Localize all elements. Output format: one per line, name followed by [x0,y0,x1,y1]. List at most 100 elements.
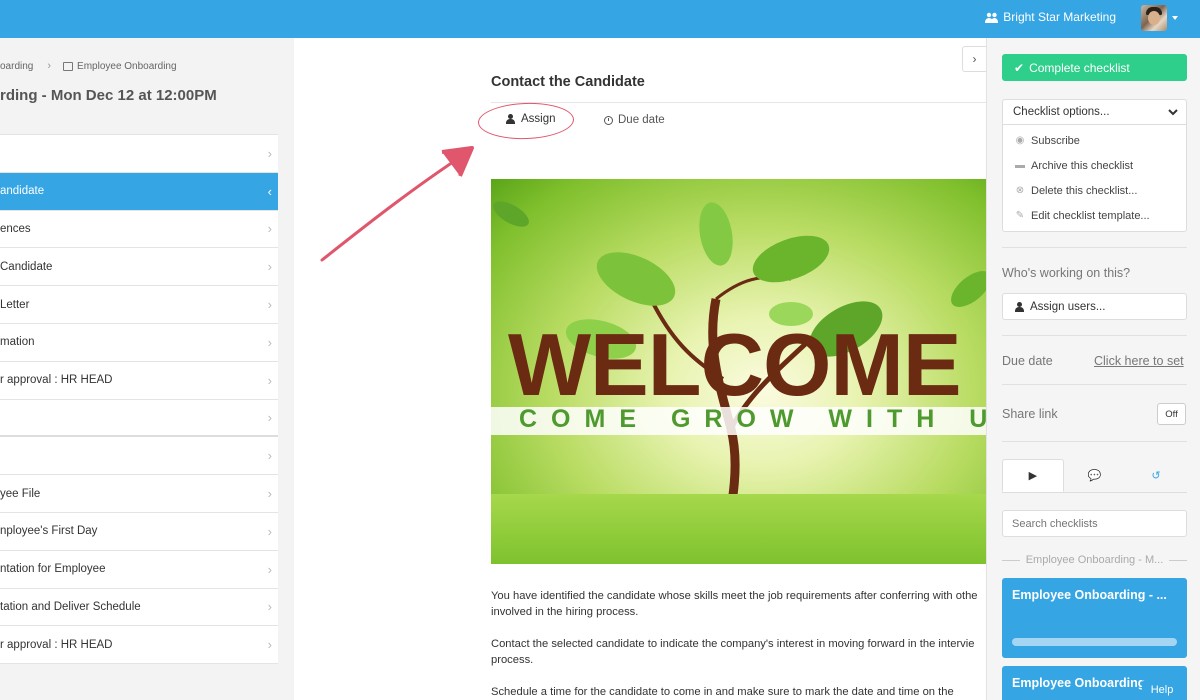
delete-icon: ⊗ [1015,185,1025,196]
card-title: Employee Onboarding [1012,676,1146,690]
org-switcher[interactable]: Bright Star Marketing [985,10,1116,24]
task-title[interactable]: Contact the Candidate [491,74,645,90]
task-item[interactable]: ntation for Employee › [0,551,278,589]
archive-option[interactable]: ▬ Archive this checklist [1003,153,1186,178]
task-label: mation [0,336,35,349]
checklist-options-toggle[interactable]: Checklist options... [1003,100,1186,125]
task-item[interactable]: nployee's First Day › [0,513,278,551]
complete-checklist-button[interactable]: ✔ Complete checklist [1002,54,1187,81]
chevron-right-icon: › [267,259,272,275]
chevron-down-icon [1168,108,1178,115]
clock-icon [604,115,613,125]
chevron-right-icon: › [267,599,272,615]
assign-users-button[interactable]: Assign users... [1002,293,1187,320]
chevron-right-icon: › [267,637,272,653]
group-label-text: Employee Onboarding - M... [1025,554,1164,566]
task-label: ntation for Employee [0,563,106,576]
set-due-date-link[interactable]: Click here to set [1094,354,1184,368]
delete-option[interactable]: ⊗ Delete this checklist... [1003,178,1186,203]
task-item[interactable]: Letter › [0,286,278,324]
option-label: Archive this checklist [1031,159,1134,172]
due-date-button[interactable]: Due date [604,114,665,126]
due-date-label: Due date [618,114,665,126]
tab-history[interactable]: ↺ [1125,459,1187,492]
chevron-right-icon: › [972,52,977,66]
assign-users-label: Assign users... [1030,300,1106,313]
task-label: yee File [0,487,41,500]
task-item[interactable]: tation and Deliver Schedule › [0,589,278,627]
check-icon: ✔ [1014,60,1025,75]
eye-icon: ◉ [1015,135,1025,146]
task-item[interactable]: › [0,437,278,476]
chevron-down-icon[interactable] [1172,16,1178,20]
chevron-right-icon: › [267,486,272,502]
share-link-label: Share link [1002,407,1058,421]
task-list: › andidate ‹ ences › Candidate › Letter › ma… [0,134,278,665]
checklist-group-label: Employee Onboarding - M... [1002,554,1188,566]
edit-template-option[interactable]: ✎ Edit checklist template... [1003,203,1186,228]
task-label: andidate [0,185,45,198]
working-label: Who's working on this? [1002,266,1131,280]
assign-label: Assign [521,113,556,125]
group-divider [1169,559,1188,561]
sidebar-tabs: ▶ 💬 ↺ [1002,459,1187,493]
task-label: tation and Deliver Schedule [0,600,141,613]
org-name: Bright Star Marketing [1003,10,1116,24]
group-divider [1002,559,1020,561]
option-label: Delete this checklist... [1031,184,1138,197]
chevron-left-icon: ‹ [267,183,272,199]
user-icon [506,114,515,124]
chevron-right-icon: › [267,297,272,313]
checklist-panel: oarding › Employee Onboarding rding - Mo… [0,38,294,700]
breadcrumb-current[interactable]: Employee Onboarding [77,61,177,72]
task-item[interactable]: r approval : HR HEAD › [0,626,278,665]
divider [1002,384,1187,385]
subscribe-option[interactable]: ◉ Subscribe [1003,128,1186,153]
option-label: Edit checklist template... [1031,209,1150,222]
history-icon: ↺ [1151,470,1161,482]
search-checklists-input[interactable] [1002,510,1187,537]
task-label: r approval : HR HEAD [0,374,113,387]
task-description: You have identified the candidate whose … [491,588,986,700]
task-label: Letter [0,298,30,311]
task-item-active[interactable]: andidate ‹ [0,172,278,211]
share-link-toggle[interactable]: Off [1157,403,1186,425]
due-date-label: Due date [1002,354,1053,368]
task-item[interactable]: › [0,400,278,438]
play-icon: ▶ [1028,470,1038,482]
card-title: Employee Onboarding - ... [1012,588,1167,602]
chevron-right-icon: › [267,221,272,237]
description-line: process. [491,654,534,666]
breadcrumb-parent[interactable]: oarding [0,61,33,72]
checklist-card[interactable]: Employee Onboarding - ... [1002,578,1187,658]
checklist-title[interactable]: rding - Mon Dec 12 at 12:00PM [0,87,217,104]
task-item[interactable]: yee File › [0,475,278,513]
task-item[interactable]: › [0,135,278,173]
checklist-sidebar: ✔ Complete checklist Checklist options..… [986,38,1200,700]
avatar-face [1148,11,1160,25]
assign-button[interactable]: Assign [506,113,556,125]
help-button[interactable]: Help [1142,680,1182,700]
annotation-arrow-icon [320,146,474,262]
checklist-options-dropdown: Checklist options... ◉ Subscribe ▬ Archive… [1002,99,1187,232]
user-avatar[interactable] [1141,5,1167,31]
tab-comments[interactable]: 💬 [1064,459,1126,492]
task-item[interactable]: mation › [0,324,278,362]
task-item[interactable]: Candidate › [0,248,278,287]
collapse-sidebar-button[interactable]: › [962,46,986,72]
welcome-banner-image: WELCOME COME GROW WITH US [491,179,986,564]
description-line: involved in the hiring process. [491,606,639,618]
chevron-right-icon: › [267,448,272,464]
chevron-right-icon: › [267,523,272,539]
progress-bar [1012,638,1177,646]
chevron-right-icon: › [267,334,272,350]
divider [1002,441,1187,442]
complete-label: Complete checklist [1029,60,1130,75]
task-label: nployee's First Day [0,525,98,538]
description-line: Contact the selected candidate to indica… [491,638,975,650]
task-item[interactable]: ences › [0,211,278,249]
description-line: Schedule a time for the candidate to com… [491,686,954,698]
tab-run[interactable]: ▶ [1002,459,1064,492]
task-item[interactable]: r approval : HR HEAD › [0,362,278,400]
pencil-icon: ✎ [1015,210,1025,221]
